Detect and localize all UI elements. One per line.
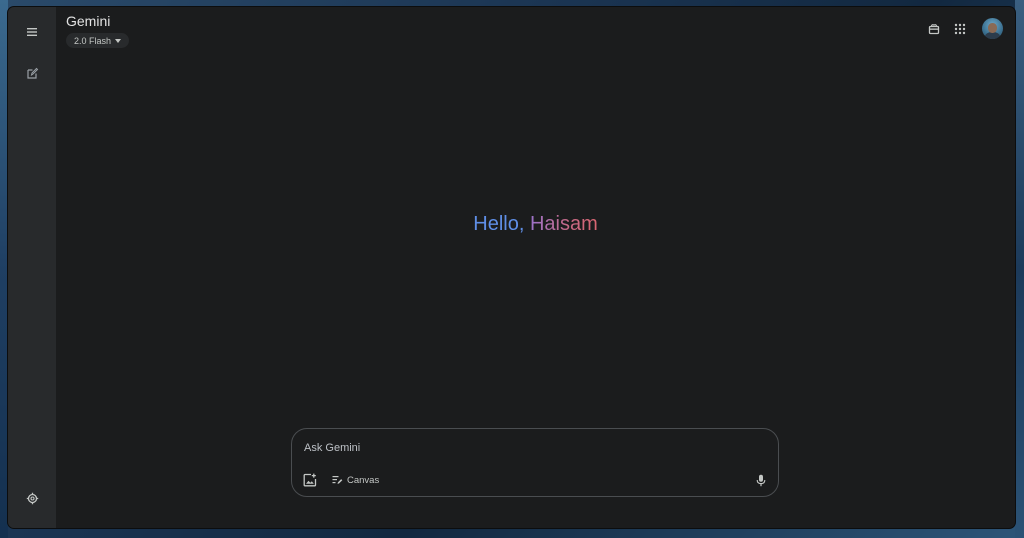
desktop-background-left — [0, 0, 8, 538]
gift-button[interactable] — [924, 19, 944, 39]
sidebar — [8, 7, 56, 528]
prompt-input[interactable] — [304, 440, 744, 456]
apps-button[interactable] — [950, 19, 970, 39]
gift-icon — [928, 23, 940, 34]
canvas-label: Canvas — [347, 474, 380, 486]
desktop-background-right — [1015, 0, 1024, 538]
app-title: Gemini — [66, 13, 111, 29]
settings-icon — [26, 492, 38, 504]
new-chat-icon — [26, 67, 38, 79]
upload-image-icon — [303, 473, 317, 487]
greeting: Hello, Haisam — [56, 213, 1015, 236]
model-label: 2.0 Flash — [74, 35, 112, 46]
greeting-name: Haisam — [529, 213, 598, 235]
prompt-box: Canvas — [291, 428, 779, 497]
caret-down-icon — [115, 38, 122, 43]
avatar[interactable] — [982, 18, 1003, 39]
apps-grid-icon — [954, 23, 966, 34]
avatar-body — [985, 32, 1000, 39]
top-right-toolbar — [924, 18, 1003, 39]
greeting-hello: Hello, — [473, 213, 525, 235]
menu-button[interactable] — [18, 18, 46, 46]
avatar-face — [988, 23, 997, 33]
canvas-icon — [332, 476, 343, 484]
mic-button[interactable] — [753, 472, 769, 488]
menu-icon — [27, 28, 37, 36]
settings-button[interactable] — [18, 484, 46, 512]
upload-image-button[interactable] — [301, 471, 319, 489]
mic-icon — [756, 474, 766, 486]
model-selector[interactable]: 2.0 Flash — [66, 33, 130, 48]
main-area: Gemini 2.0 Flash Hello, Haisam Ask Gemin… — [56, 7, 1015, 528]
new-chat-button[interactable] — [18, 59, 46, 87]
canvas-button[interactable]: Canvas — [332, 471, 379, 489]
app-window: Gemini 2.0 Flash Hello, Haisam Ask Gemin… — [8, 7, 1015, 528]
